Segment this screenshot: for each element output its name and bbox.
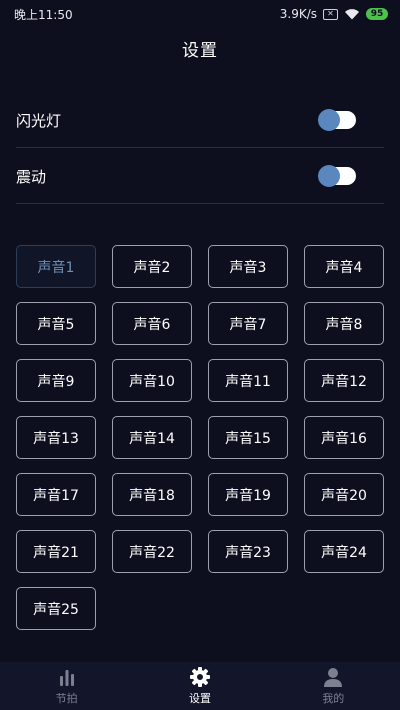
toggle-knob [318, 109, 340, 131]
nav-label-profile: 我的 [322, 691, 345, 705]
sound-button-17[interactable]: 声音17 [16, 473, 96, 516]
sound-button-22[interactable]: 声音22 [112, 530, 192, 573]
wifi-icon [345, 9, 359, 20]
sound-button-4[interactable]: 声音4 [304, 245, 384, 288]
sound-button-19[interactable]: 声音19 [208, 473, 288, 516]
setting-label-flashlight: 闪光灯 [16, 111, 62, 130]
sim-x-icon: ✕ [323, 8, 338, 20]
setting-row-vibration: 震动 [16, 148, 384, 204]
nav-item-beat[interactable]: 节拍 [0, 662, 133, 710]
sound-button-23[interactable]: 声音23 [208, 530, 288, 573]
sound-button-10[interactable]: 声音10 [112, 359, 192, 402]
sound-button-12[interactable]: 声音12 [304, 359, 384, 402]
status-time: 晚上11:50 [14, 7, 73, 22]
sound-button-6[interactable]: 声音6 [112, 302, 192, 345]
person-icon [324, 667, 343, 687]
sound-button-15[interactable]: 声音15 [208, 416, 288, 459]
network-speed: 3.9K/s [279, 7, 317, 21]
sound-button-2[interactable]: 声音2 [112, 245, 192, 288]
status-icons: 3.9K/s ✕ 95 [280, 7, 388, 21]
nav-item-profile[interactable]: 我的 [267, 662, 400, 710]
sound-button-25[interactable]: 声音25 [16, 587, 96, 630]
sound-button-21[interactable]: 声音21 [16, 530, 96, 573]
sound-button-1[interactable]: 声音1 [16, 245, 96, 288]
sound-button-24[interactable]: 声音24 [304, 530, 384, 573]
toggle-knob [318, 165, 340, 187]
sound-button-8[interactable]: 声音8 [304, 302, 384, 345]
sound-button-14[interactable]: 声音14 [112, 416, 192, 459]
status-bar: 晚上11:50 3.9K/s ✕ 95 [0, 0, 400, 28]
bar-chart-icon [59, 669, 74, 686]
divider [16, 203, 384, 204]
gear-icon [189, 666, 210, 687]
bottom-nav: 节拍 设置 我的 [0, 662, 400, 710]
vibration-toggle[interactable] [318, 165, 356, 187]
sound-button-11[interactable]: 声音11 [208, 359, 288, 402]
battery-icon: 95 [366, 8, 388, 20]
sound-button-20[interactable]: 声音20 [304, 473, 384, 516]
sound-button-7[interactable]: 声音7 [208, 302, 288, 345]
sound-button-5[interactable]: 声音5 [16, 302, 96, 345]
nav-item-settings[interactable]: 设置 [133, 662, 266, 710]
nav-label-beat: 节拍 [55, 691, 78, 705]
nav-label-settings: 设置 [188, 691, 211, 705]
flashlight-toggle[interactable] [318, 109, 356, 131]
sound-button-16[interactable]: 声音16 [304, 416, 384, 459]
page-title: 设置 [182, 41, 218, 61]
sound-grid: 声音1 声音2 声音3 声音4 声音5 声音6 声音7 声音8 声音9 声音10 声音11 声音12 声… [16, 245, 384, 630]
sound-button-9[interactable]: 声音9 [16, 359, 96, 402]
sound-button-18[interactable]: 声音18 [112, 473, 192, 516]
sound-button-3[interactable]: 声音3 [208, 245, 288, 288]
sound-button-13[interactable]: 声音13 [16, 416, 96, 459]
setting-row-flashlight: 闪光灯 [16, 92, 384, 148]
setting-label-vibration: 震动 [16, 167, 47, 186]
